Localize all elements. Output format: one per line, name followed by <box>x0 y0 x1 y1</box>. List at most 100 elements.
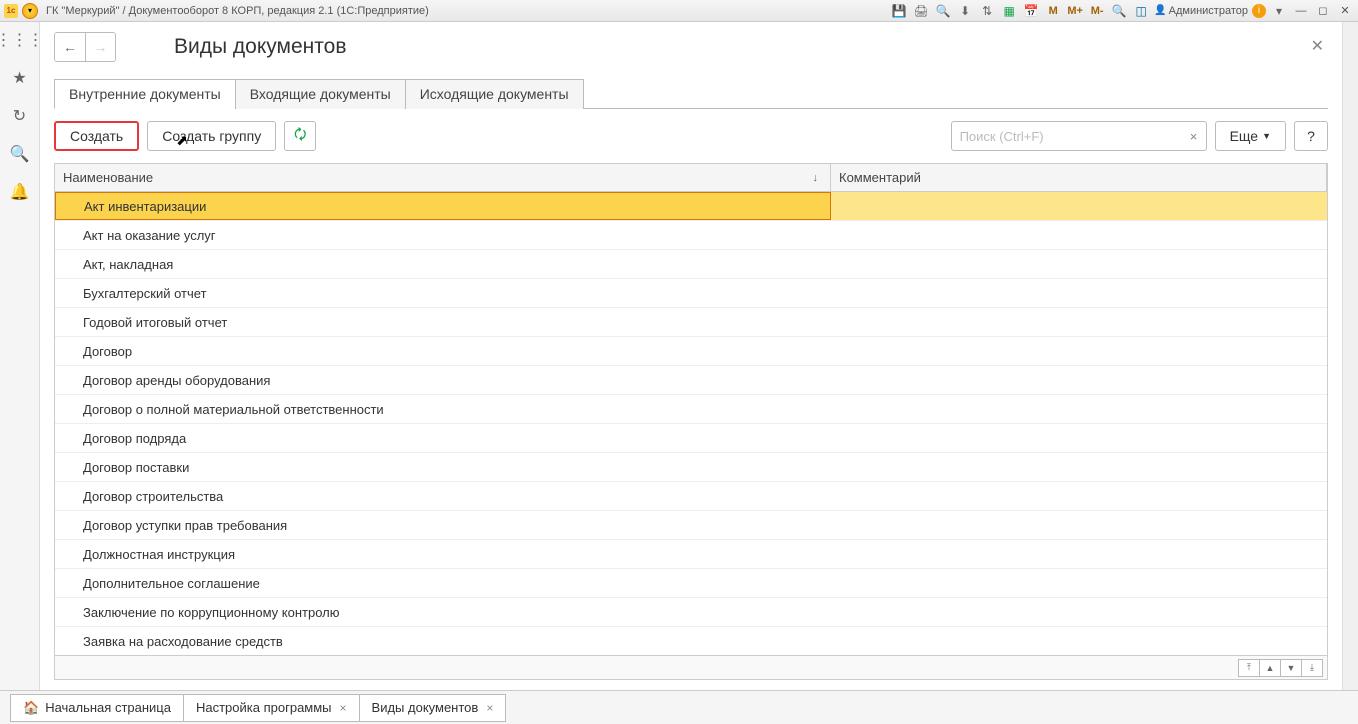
table-row[interactable]: Акт инвентаризации <box>55 192 1327 221</box>
cell-name: Договор <box>55 337 831 365</box>
calendar-date-icon[interactable]: 📅 <box>1022 2 1040 20</box>
m-minus-icon[interactable]: M- <box>1088 2 1106 20</box>
table-row[interactable]: Дополнительное соглашение <box>55 569 1327 598</box>
create-button[interactable]: Создать <box>54 121 139 151</box>
titlebar-left: 1c ▾ ГК "Меркурий" / Документооборот 8 К… <box>4 3 429 19</box>
table-footer: ⤒ ▲ ▼ ⤓ <box>55 655 1327 679</box>
minimize-button[interactable]: — <box>1292 3 1310 19</box>
scroll-top-button[interactable]: ⤒ <box>1238 659 1260 677</box>
cell-name: Договор поставки <box>55 453 831 481</box>
maximize-button[interactable]: ◻ <box>1314 3 1332 19</box>
table-row[interactable]: Договор подряда <box>55 424 1327 453</box>
tab-close-button[interactable]: × <box>340 701 347 715</box>
cell-name: Договор уступки прав требования <box>55 511 831 539</box>
create-button-label: Создать <box>70 128 123 144</box>
tabs: Внутренние документы Входящие документы … <box>54 78 1328 109</box>
table: Наименование ↓ Комментарий Акт инвентари… <box>54 163 1328 680</box>
cell-name: Акт на оказание услуг <box>55 221 831 249</box>
more-button-label: Еще <box>1230 128 1259 144</box>
bottom-tab[interactable]: Виды документов × <box>359 694 507 722</box>
search-clear-button[interactable]: × <box>1182 129 1206 144</box>
scroll-bottom-button[interactable]: ⤓ <box>1301 659 1323 677</box>
sidebar: ⋮⋮⋮ ★ ↻ 🔍 🔔 <box>0 22 40 690</box>
cell-name: Годовой итоговый отчет <box>55 308 831 336</box>
scroll-up-button[interactable]: ▲ <box>1259 659 1281 677</box>
table-row[interactable]: Заключение по коррупционному контролю <box>55 598 1327 627</box>
preview-icon[interactable]: 🔍 <box>934 2 952 20</box>
info-icon[interactable]: i <box>1252 4 1266 18</box>
column-name[interactable]: Наименование ↓ <box>55 164 831 191</box>
table-row[interactable]: Договор о полной материальной ответствен… <box>55 395 1327 424</box>
table-row[interactable]: Договор аренды оборудования <box>55 366 1327 395</box>
tab-internal-documents[interactable]: Внутренние документы <box>54 79 236 109</box>
print-icon[interactable]: 🖨 <box>912 2 930 20</box>
toolbar: Создать Создать группу 🗘 × Еще ▼ ? <box>54 109 1328 163</box>
compare-icon[interactable]: ⇅ <box>978 2 996 20</box>
column-comment[interactable]: Комментарий <box>831 164 1327 191</box>
cell-name: Заключение по коррупционному контролю <box>55 598 831 626</box>
help-button[interactable]: ? <box>1294 121 1328 151</box>
close-page-button[interactable]: ✕ <box>1311 36 1324 56</box>
close-button[interactable]: ✕ <box>1336 3 1354 19</box>
m-icon[interactable]: M <box>1044 2 1062 20</box>
titlebar: 1c ▾ ГК "Меркурий" / Документооборот 8 К… <box>0 0 1358 22</box>
table-row[interactable]: Заявка на расходование средств <box>55 627 1327 655</box>
table-row[interactable]: Бухгалтерский отчет <box>55 279 1327 308</box>
tab-incoming-documents[interactable]: Входящие документы <box>235 79 406 109</box>
table-row[interactable]: Договор строительства <box>55 482 1327 511</box>
scroll-down-button[interactable]: ▼ <box>1280 659 1302 677</box>
table-header: Наименование ↓ Комментарий <box>55 164 1327 192</box>
table-row[interactable]: Годовой итоговый отчет <box>55 308 1327 337</box>
right-scrollbar[interactable] <box>1342 22 1358 690</box>
cell-name: Дополнительное соглашение <box>55 569 831 597</box>
tab-outgoing-documents[interactable]: Исходящие документы <box>405 79 584 109</box>
m-plus-icon[interactable]: M+ <box>1066 2 1084 20</box>
cell-name: Договор подряда <box>55 424 831 452</box>
cell-name: Договор о полной материальной ответствен… <box>55 395 831 423</box>
refresh-button[interactable]: 🗘 <box>284 121 316 151</box>
table-row[interactable]: Договор поставки <box>55 453 1327 482</box>
cell-name: Акт, накладная <box>55 250 831 278</box>
bottom-tab[interactable]: 🏠Начальная страница <box>10 694 184 722</box>
create-group-button[interactable]: Создать группу <box>147 121 276 151</box>
bottom-tab[interactable]: Настройка программы × <box>183 694 360 722</box>
search-wrap: × <box>951 121 1207 151</box>
chevron-down-icon: ▼ <box>1262 131 1271 141</box>
dropdown-icon[interactable]: ▾ <box>1270 2 1288 20</box>
panel-icon[interactable]: ◫ <box>1132 2 1150 20</box>
bottom-tab-label: Виды документов <box>372 700 479 715</box>
app-menu-dropdown[interactable]: ▾ <box>22 3 38 19</box>
apps-icon[interactable]: ⋮⋮⋮ <box>10 30 30 50</box>
nav-row: ← → Виды документов <box>54 32 1328 62</box>
table-row[interactable]: Договор <box>55 337 1327 366</box>
table-row[interactable]: Акт на оказание услуг <box>55 221 1327 250</box>
search-icon[interactable]: 🔍 <box>10 144 30 164</box>
user-label[interactable]: Администратор <box>1154 5 1248 17</box>
cell-name: Заявка на расходование средств <box>55 627 831 655</box>
table-row[interactable]: Акт, накладная <box>55 250 1327 279</box>
table-row[interactable]: Должностная инструкция <box>55 540 1327 569</box>
table-row[interactable]: Договор уступки прав требования <box>55 511 1327 540</box>
content: ✕ ← → Виды документов Внутренние докумен… <box>40 22 1342 690</box>
calendar-green-icon[interactable]: ▦ <box>1000 2 1018 20</box>
home-icon: 🏠 <box>23 700 39 716</box>
cell-name: Договор строительства <box>55 482 831 510</box>
forward-button[interactable]: → <box>85 33 115 61</box>
titlebar-right: 💾 🖨 🔍 ⬇ ⇅ ▦ 📅 M M+ M- 🔍 ◫ Администратор … <box>890 2 1354 20</box>
more-button[interactable]: Еще ▼ <box>1215 121 1286 151</box>
content-spacer <box>54 680 1328 690</box>
bottom-tab-label: Настройка программы <box>196 700 332 715</box>
bell-icon[interactable]: 🔔 <box>10 182 30 202</box>
back-button[interactable]: ← <box>55 33 85 61</box>
search-input[interactable] <box>952 129 1182 144</box>
cell-name: Акт инвентаризации <box>55 192 831 220</box>
star-icon[interactable]: ★ <box>10 68 30 88</box>
refresh-icon: 🗘 <box>294 124 307 148</box>
logo-1c-icon: 1c <box>4 4 18 18</box>
download-icon[interactable]: ⬇ <box>956 2 974 20</box>
save-icon[interactable]: 💾 <box>890 2 908 20</box>
tab-close-button[interactable]: × <box>486 701 493 715</box>
main-container: ⋮⋮⋮ ★ ↻ 🔍 🔔 ✕ ← → Виды документов Внутре… <box>0 22 1358 690</box>
zoom-icon[interactable]: 🔍 <box>1110 2 1128 20</box>
history-icon[interactable]: ↻ <box>10 106 30 126</box>
